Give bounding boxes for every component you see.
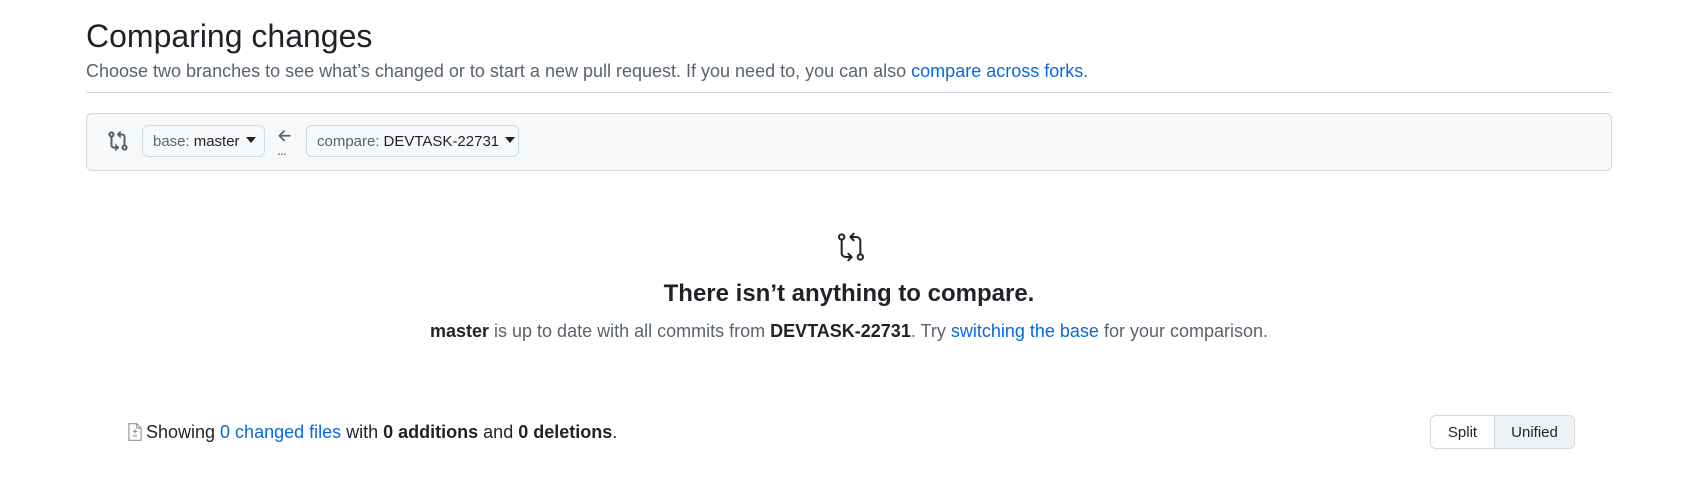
base-branch-name: master [193, 132, 240, 150]
range-dots: ... [277, 142, 287, 158]
compare-branch-ref: DEVTASK-22731 [770, 321, 911, 341]
compare-prefix: compare: [317, 132, 380, 150]
base-branch-select[interactable]: base: master [142, 125, 265, 157]
summary-end: . [612, 421, 618, 442]
summary-text: with [341, 421, 384, 442]
subtitle-end: . [1083, 61, 1089, 81]
switching-the-base-link[interactable]: switching the base [951, 321, 1099, 341]
summary-text: and [478, 421, 519, 442]
desc-text: for your comparison. [1098, 321, 1269, 341]
header-divider [86, 92, 1612, 93]
range-editor: base: master ... compare: DEVTASK-22731 [86, 113, 1612, 171]
desc-text: is up to date with all commits from [489, 321, 771, 341]
git-compare-icon [838, 232, 864, 262]
page-subtitle: Choose two branches to see what’s change… [86, 59, 1088, 83]
changed-files-link[interactable]: 0 changed files [220, 422, 341, 443]
base-branch-ref: master [429, 321, 490, 341]
deletions-count: 0 deletions [518, 421, 613, 442]
blankslate-title: There isn’t anything to compare. [663, 280, 1035, 307]
chevron-down-icon [505, 137, 516, 143]
subtitle-text: Choose two branches to see what’s change… [86, 61, 912, 81]
compare-branch-select[interactable]: compare: DEVTASK-22731 [306, 125, 519, 157]
diff-summary: Showing 0 changed files with 0 additions… [126, 418, 617, 446]
file-diff-icon [128, 423, 142, 441]
diff-view-toggle: Split Unified [1430, 415, 1575, 449]
chevron-down-icon [245, 137, 256, 143]
git-compare-icon [108, 130, 128, 152]
summary-text: Showing [146, 421, 216, 442]
blankslate-description: master is up to date with all commits fr… [0, 319, 1698, 343]
unified-view-button[interactable]: Unified [1494, 416, 1574, 448]
additions-count: 0 additions [383, 421, 479, 442]
base-prefix: base: [153, 132, 190, 150]
compare-across-forks-link[interactable]: compare across forks [911, 61, 1083, 81]
desc-text: . Try [910, 321, 951, 341]
split-view-button[interactable]: Split [1431, 416, 1494, 448]
page-title: Comparing changes [86, 18, 373, 54]
compare-branch-name: DEVTASK-22731 [383, 132, 500, 150]
